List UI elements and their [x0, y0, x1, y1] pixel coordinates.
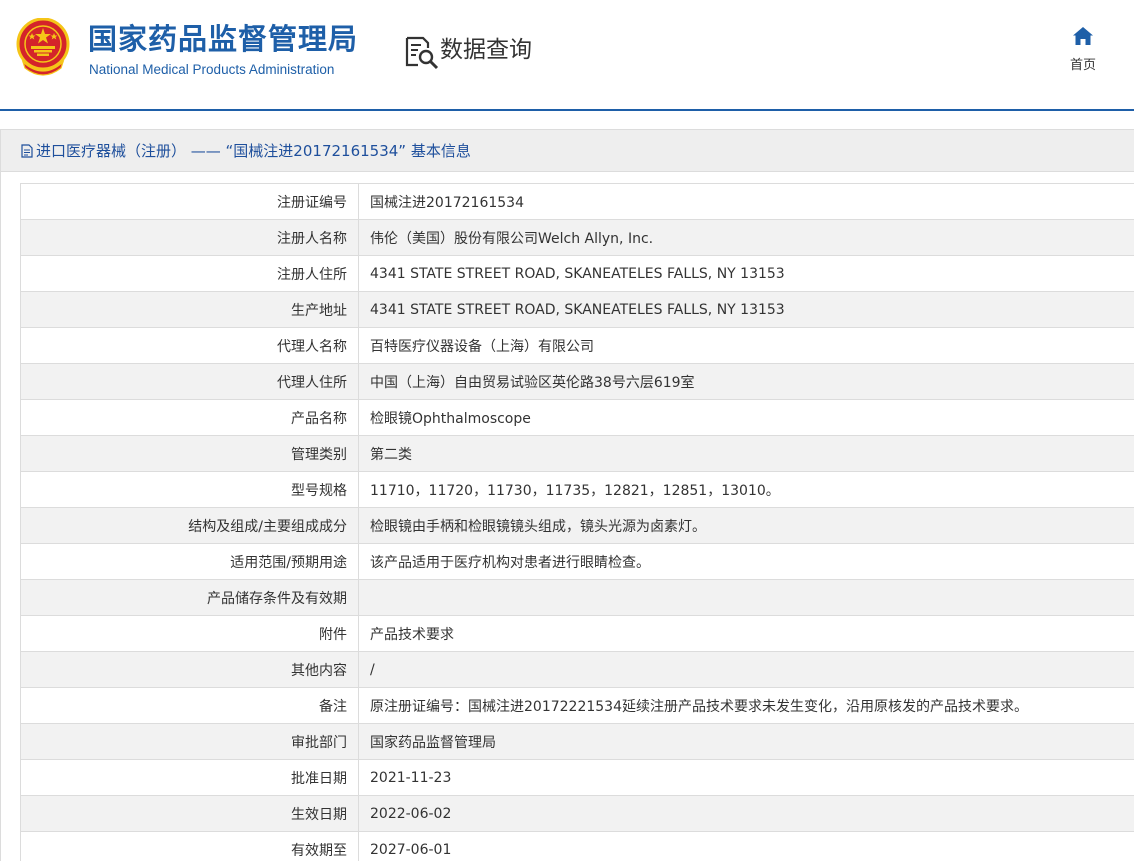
- table-row: 附件 产品技术要求: [20, 615, 1134, 652]
- table-row: 结构及组成/主要组成成分 检眼镜由手柄和检眼镜镜头组成，镜头光源为卤素灯。: [20, 507, 1134, 544]
- field-value: 2027-06-01: [358, 831, 1134, 861]
- field-label: 有效期至: [20, 831, 359, 861]
- field-value: 产品技术要求: [358, 615, 1134, 652]
- field-value: 2021-11-23: [358, 759, 1134, 796]
- table-row: 注册证编号 国械注进20172161534: [20, 183, 1134, 220]
- field-label: 产品储存条件及有效期: [20, 579, 359, 616]
- field-value: 检眼镜由手柄和检眼镜镜头组成，镜头光源为卤素灯。: [358, 507, 1134, 544]
- field-label: 批准日期: [20, 759, 359, 796]
- home-label: 首页: [1069, 58, 1096, 73]
- panel-heading: 进口医疗器械（注册） —— “国械注进20172161534” 基本信息: [1, 130, 1134, 172]
- field-label: 产品名称: [20, 399, 359, 436]
- field-label: 备注: [20, 687, 359, 724]
- field-label: 其他内容: [20, 651, 359, 688]
- field-value: /: [358, 651, 1134, 688]
- field-label: 代理人住所: [20, 363, 359, 400]
- data-query-icon: [405, 36, 439, 70]
- field-label: 附件: [20, 615, 359, 652]
- table-row: 代理人名称 百特医疗仪器设备（上海）有限公司: [20, 327, 1134, 364]
- panel-heading-text: 进口医疗器械（注册） —— “国械注进20172161534” 基本信息: [36, 142, 471, 160]
- field-label: 管理类别: [20, 435, 359, 472]
- table-row: 批准日期 2021-11-23: [20, 759, 1134, 796]
- field-value: 检眼镜Ophthalmoscope: [358, 399, 1134, 436]
- table-row: 其他内容 /: [20, 651, 1134, 688]
- field-label: 注册人住所: [20, 255, 359, 292]
- field-value: 4341 STATE STREET ROAD, SKANEATELES FALL…: [358, 291, 1134, 328]
- site-header: 国家药品监督管理局 National Medical Products Admi…: [0, 0, 1134, 111]
- field-value: 2022-06-02: [358, 795, 1134, 832]
- field-value: 11710，11720，11730，11735，12821，12851，1301…: [358, 471, 1134, 508]
- field-value: 伟伦（美国）股份有限公司Welch Allyn, Inc.: [358, 219, 1134, 256]
- detail-panel: 进口医疗器械（注册） —— “国械注进20172161534” 基本信息 注册证…: [0, 129, 1134, 861]
- table-row: 审批部门 国家药品监督管理局: [20, 723, 1134, 760]
- field-value: 4341 STATE STREET ROAD, SKANEATELES FALL…: [358, 255, 1134, 292]
- field-label: 生效日期: [20, 795, 359, 832]
- table-row: 产品名称 检眼镜Ophthalmoscope: [20, 399, 1134, 436]
- table-row: 型号规格 11710，11720，11730，11735，12821，12851…: [20, 471, 1134, 508]
- national-emblem-icon: [16, 18, 70, 76]
- field-value: 原注册证编号：国械注进20172221534延续注册产品技术要求未发生变化，沿用…: [358, 687, 1134, 724]
- home-icon: [1073, 27, 1093, 45]
- site-subtitle: National Medical Products Administration: [89, 62, 335, 77]
- table-row: 管理类别 第二类: [20, 435, 1134, 472]
- table-row: 注册人名称 伟伦（美国）股份有限公司Welch Allyn, Inc.: [20, 219, 1134, 256]
- field-label: 注册人名称: [20, 219, 359, 256]
- field-value: 国械注进20172161534: [358, 183, 1134, 220]
- table-row: 注册人住所 4341 STATE STREET ROAD, SKANEATELE…: [20, 255, 1134, 292]
- field-label: 审批部门: [20, 723, 359, 760]
- field-value: 该产品适用于医疗机构对患者进行眼睛检查。: [358, 543, 1134, 580]
- registration-info-table: 注册证编号 国械注进20172161534 注册人名称 伟伦（美国）股份有限公司…: [20, 183, 1134, 861]
- table-row: 生效日期 2022-06-02: [20, 795, 1134, 832]
- table-row: 适用范围/预期用途 该产品适用于医疗机构对患者进行眼睛检查。: [20, 543, 1134, 580]
- field-label: 型号规格: [20, 471, 359, 508]
- field-value: 中国（上海）自由贸易试验区英伦路38号六层619室: [358, 363, 1134, 400]
- table-row: 备注 原注册证编号：国械注进20172221534延续注册产品技术要求未发生变化…: [20, 687, 1134, 724]
- field-label: 适用范围/预期用途: [20, 543, 359, 580]
- field-value: 第二类: [358, 435, 1134, 472]
- table-row: 生产地址 4341 STATE STREET ROAD, SKANEATELES…: [20, 291, 1134, 328]
- field-label: 生产地址: [20, 291, 359, 328]
- table-row: 产品储存条件及有效期: [20, 579, 1134, 616]
- home-link[interactable]: 首页: [1062, 26, 1104, 73]
- data-query-title: 数据查询: [440, 37, 532, 63]
- table-row: 代理人住所 中国（上海）自由贸易试验区英伦路38号六层619室: [20, 363, 1134, 400]
- table-row: 有效期至 2027-06-01: [20, 831, 1134, 861]
- site-title: 国家药品监督管理局: [88, 22, 359, 56]
- field-value: 国家药品监督管理局: [358, 723, 1134, 760]
- field-value: [358, 579, 1134, 616]
- field-label: 代理人名称: [20, 327, 359, 364]
- field-label: 结构及组成/主要组成成分: [20, 507, 359, 544]
- field-value: 百特医疗仪器设备（上海）有限公司: [358, 327, 1134, 364]
- document-icon: [21, 143, 33, 158]
- field-label: 注册证编号: [20, 183, 359, 220]
